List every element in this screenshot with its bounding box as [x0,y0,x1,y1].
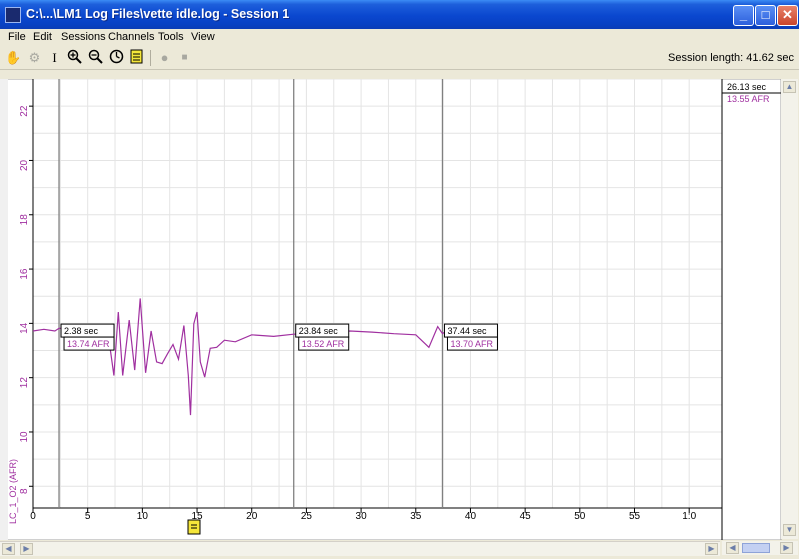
y-tick-label: 8 [19,488,30,494]
toolbar-separator [150,50,151,66]
zoom-reset-icon[interactable] [108,49,125,66]
x-tick-label: 50 [574,511,586,522]
trigger-marker[interactable] [187,519,201,535]
stop-icon[interactable]: ■ [176,49,193,66]
toolbar: ✋ ⚙ I ● ■ Session length: 41.62 sec [0,47,799,70]
scroll-up-button[interactable]: ▲ [783,81,796,93]
x-tick-label: 30 [356,511,368,522]
window-title: C:\...\LM1 Log Files\vette idle.log - Se… [26,7,290,21]
zoom-in-icon[interactable] [66,49,83,66]
maximize-button[interactable]: □ [755,5,776,26]
hand-icon[interactable]: ✋ [5,49,22,66]
y-tick-label: 12 [19,377,30,389]
menu-edit[interactable]: Edit [33,31,52,43]
zoom-out-icon[interactable] [87,49,104,66]
readout-time: 26.13 sec [727,82,767,92]
menu-sessions[interactable]: Sessions [61,31,106,43]
y-tick-label: 20 [19,159,30,171]
cursor-time: 23.84 sec [299,326,339,336]
readout-scroll-left-button[interactable]: ◀ [726,542,739,554]
x-tick-label: 0 [30,511,36,522]
title-bar[interactable]: C:\...\LM1 Log Files\vette idle.log - Se… [0,0,799,29]
readout-value: 13.55 AFR [727,94,770,104]
menu-bar: File Edit Sessions Channels Tools View [0,29,799,47]
menu-channels[interactable]: Channels [108,31,154,43]
x-tick-label: 1:0 [682,511,696,522]
cursor-readout-box: 23.84 sec 13.52 AFR [295,323,350,351]
x-tick-label: 45 [520,511,532,522]
readout-scroll-thumb[interactable] [742,543,770,553]
menu-tools[interactable]: Tools [158,31,184,43]
close-button[interactable]: ✕ [777,5,798,26]
x-tick-label: 40 [465,511,477,522]
x-tick-label: 35 [410,511,422,522]
cursor-value: 13.74 AFR [67,339,110,349]
y-tick-label: 16 [19,268,30,280]
app-icon[interactable] [5,7,21,23]
menu-view[interactable]: View [191,31,215,43]
x-tick-label: 10 [137,511,149,522]
horizontal-scrollbar[interactable]: ◀ ▶ ▶ [0,541,720,556]
application-window: C:\...\LM1 Log Files\vette idle.log - Se… [0,0,799,559]
gauge-icon[interactable]: ⚙ [26,49,43,66]
x-tick-label: 25 [301,511,313,522]
cursor-time: 37.44 sec [447,326,487,336]
text-cursor-icon[interactable]: I [46,49,63,66]
scroll-right-small-button[interactable]: ▶ [20,543,33,555]
plot-panel: 8 10 12 14 16 18 20 22 0 5 10 15 20 25 30 35 40 45 50 55 1:… [0,78,799,541]
cursor-readout-box: 2.38 sec 13.74 AFR [60,323,115,351]
session-length-label: Session length: 41.62 sec [668,52,794,64]
y-axis-label: LC_1_O2 (AFR) [8,459,18,524]
record-icon[interactable]: ● [156,49,173,66]
scroll-left-button[interactable]: ◀ [2,543,15,555]
scroll-down-button[interactable]: ▼ [783,524,796,536]
x-tick-label: 5 [85,511,91,522]
readout-scroll-right-button[interactable]: ▶ [780,542,793,554]
y-tick-label: 14 [19,322,30,334]
minimize-button[interactable]: _ [733,5,754,26]
cursor-readout-box: 37.44 sec 13.70 AFR [443,323,498,351]
y-tick-label: 22 [19,105,30,117]
scroll-right-button[interactable]: ▶ [705,543,718,555]
y-tick-label: 10 [19,431,30,443]
cursor-time: 2.38 sec [64,326,99,336]
cursor-value: 13.52 AFR [302,339,345,349]
x-tick-label: 20 [246,511,258,522]
afr-chart[interactable]: 810121416182022 0 5 10 15 20 25 30 35 40 45 50 55 1:… [0,78,799,541]
cursor-value: 13.70 AFR [450,339,493,349]
menu-file[interactable]: File [8,31,26,43]
readout-scrollbar[interactable]: ◀ ▶ [722,541,798,555]
x-tick-label: 55 [629,511,641,522]
vertical-scrollbar[interactable]: ▲ ▼ [781,79,798,539]
marker-icon[interactable] [128,49,145,66]
y-tick-label: 18 [19,214,30,226]
